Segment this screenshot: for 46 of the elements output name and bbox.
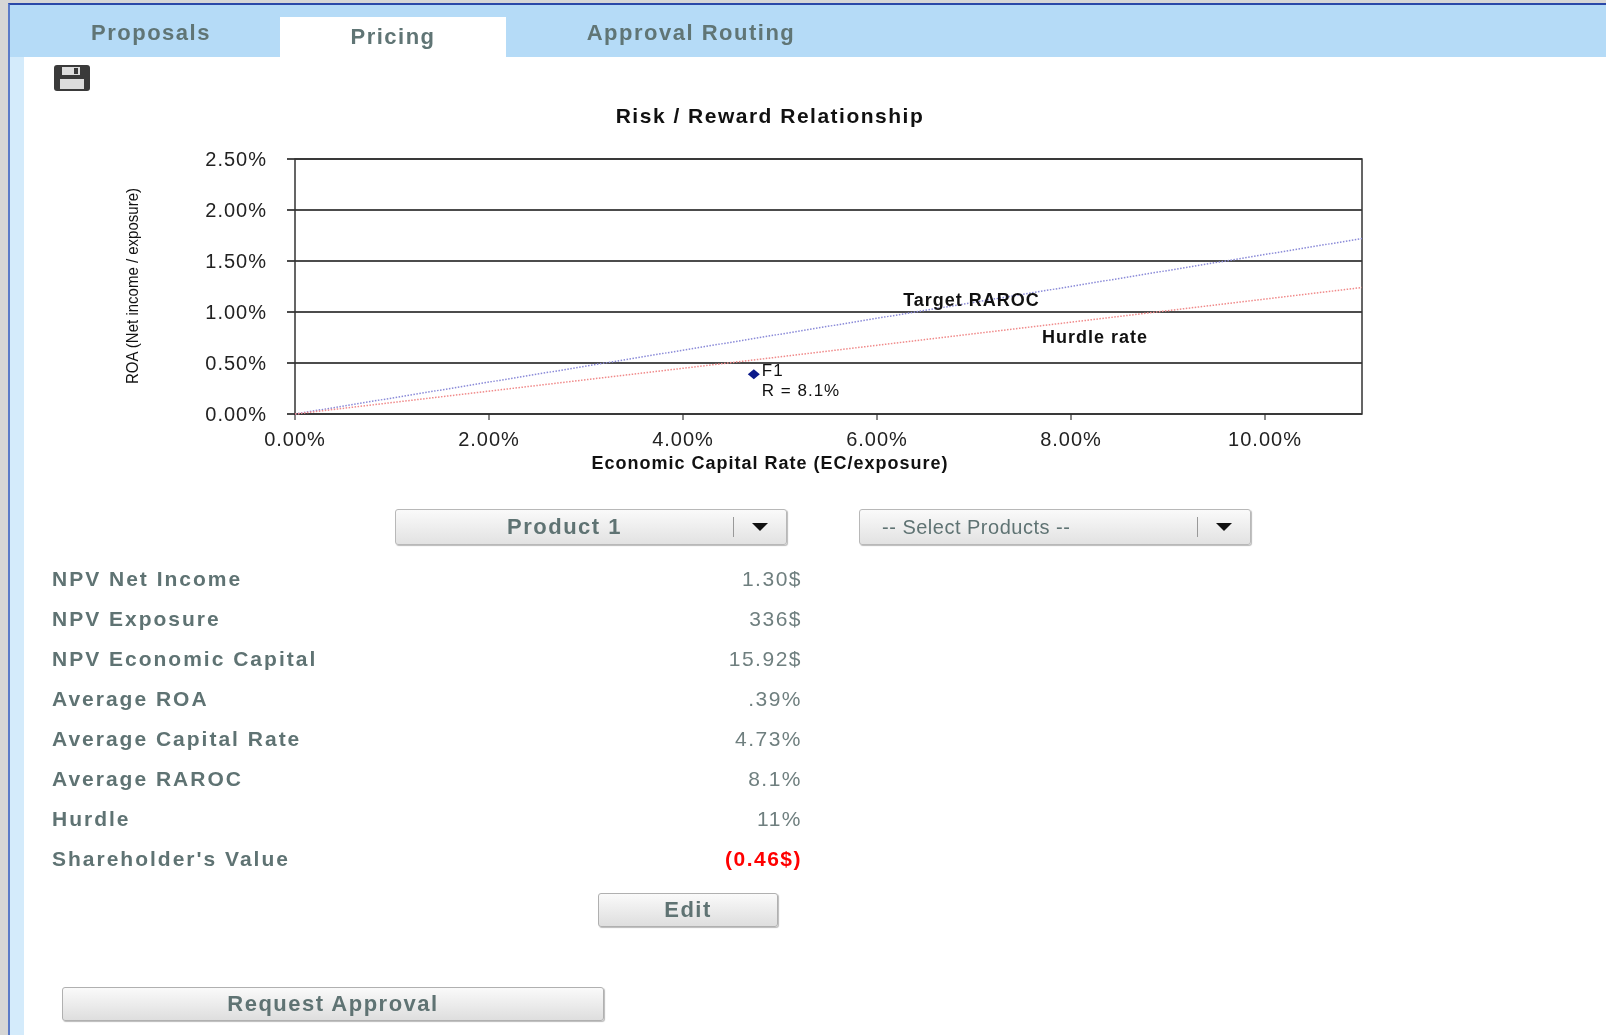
y-tick-label: 2.50% [205, 148, 267, 170]
y-tick-label: 0.50% [205, 352, 267, 374]
chart-title: Risk / Reward Relationship [615, 104, 925, 127]
metric-value: .39% [748, 687, 802, 711]
x-tick-label: 10.00% [1228, 428, 1302, 450]
dropdown[interactable]: -- Select Products -- [859, 509, 1251, 545]
x-tick-label: 6.00% [846, 428, 908, 450]
tab[interactable]: Pricing [280, 17, 506, 57]
metric-label: Average Capital Rate [52, 727, 302, 751]
series-label: Hurdle rate [1041, 327, 1148, 348]
dropdown[interactable]: Product 1 [395, 509, 787, 545]
y-tick-label: 1.00% [205, 301, 267, 323]
caret-icon [1216, 523, 1232, 531]
data-point [747, 369, 760, 380]
metric-value: 336$ [749, 607, 802, 631]
metric-value: 4.73% [734, 727, 802, 751]
point-label: F1 [761, 361, 784, 381]
y-tick-label: 2.00% [205, 199, 267, 221]
metric-value: 15.92$ [728, 647, 802, 671]
metric-label: NPV Exposure [52, 607, 221, 631]
series-label: Target RAROC [903, 290, 1040, 310]
y-tick-label: 0.00% [205, 403, 267, 425]
metric-value: 11% [757, 807, 802, 831]
chart-annotation: R = 8.1% [761, 381, 841, 401]
tab[interactable]: Approval Routing [506, 5, 876, 57]
metric-value: 1.30$ [741, 567, 802, 591]
x-tick-label: 4.00% [652, 428, 714, 450]
x-tick-label: 8.00% [1040, 428, 1102, 450]
metric-label: Shareholder's Value [52, 847, 290, 871]
metric-label: NPV Economic Capital [52, 647, 318, 671]
edit-button[interactable]: Edit [598, 893, 778, 927]
metric-label: Average RAROC [52, 767, 243, 791]
axis-title: Economic Capital Rate (EC/exposure) [591, 453, 949, 473]
caret-icon [752, 523, 768, 531]
tab[interactable]: Proposals [22, 5, 280, 57]
y-tick-label: 1.50% [205, 250, 267, 272]
metric-label: Hurdle [52, 807, 131, 831]
metric-value: (0.46$) [724, 847, 802, 871]
x-tick-label: 0.00% [264, 428, 326, 450]
save-icon[interactable] [54, 65, 90, 91]
metric-label: NPV Net Income [52, 567, 243, 591]
metric-value: 8.1% [748, 767, 802, 791]
x-tick-label: 2.00% [458, 428, 520, 450]
metric-label: Average ROA [52, 687, 209, 711]
axis-title: ROA (Net income / exposure) [123, 161, 142, 384]
request-approval-button[interactable]: Request Approval [62, 987, 604, 1021]
